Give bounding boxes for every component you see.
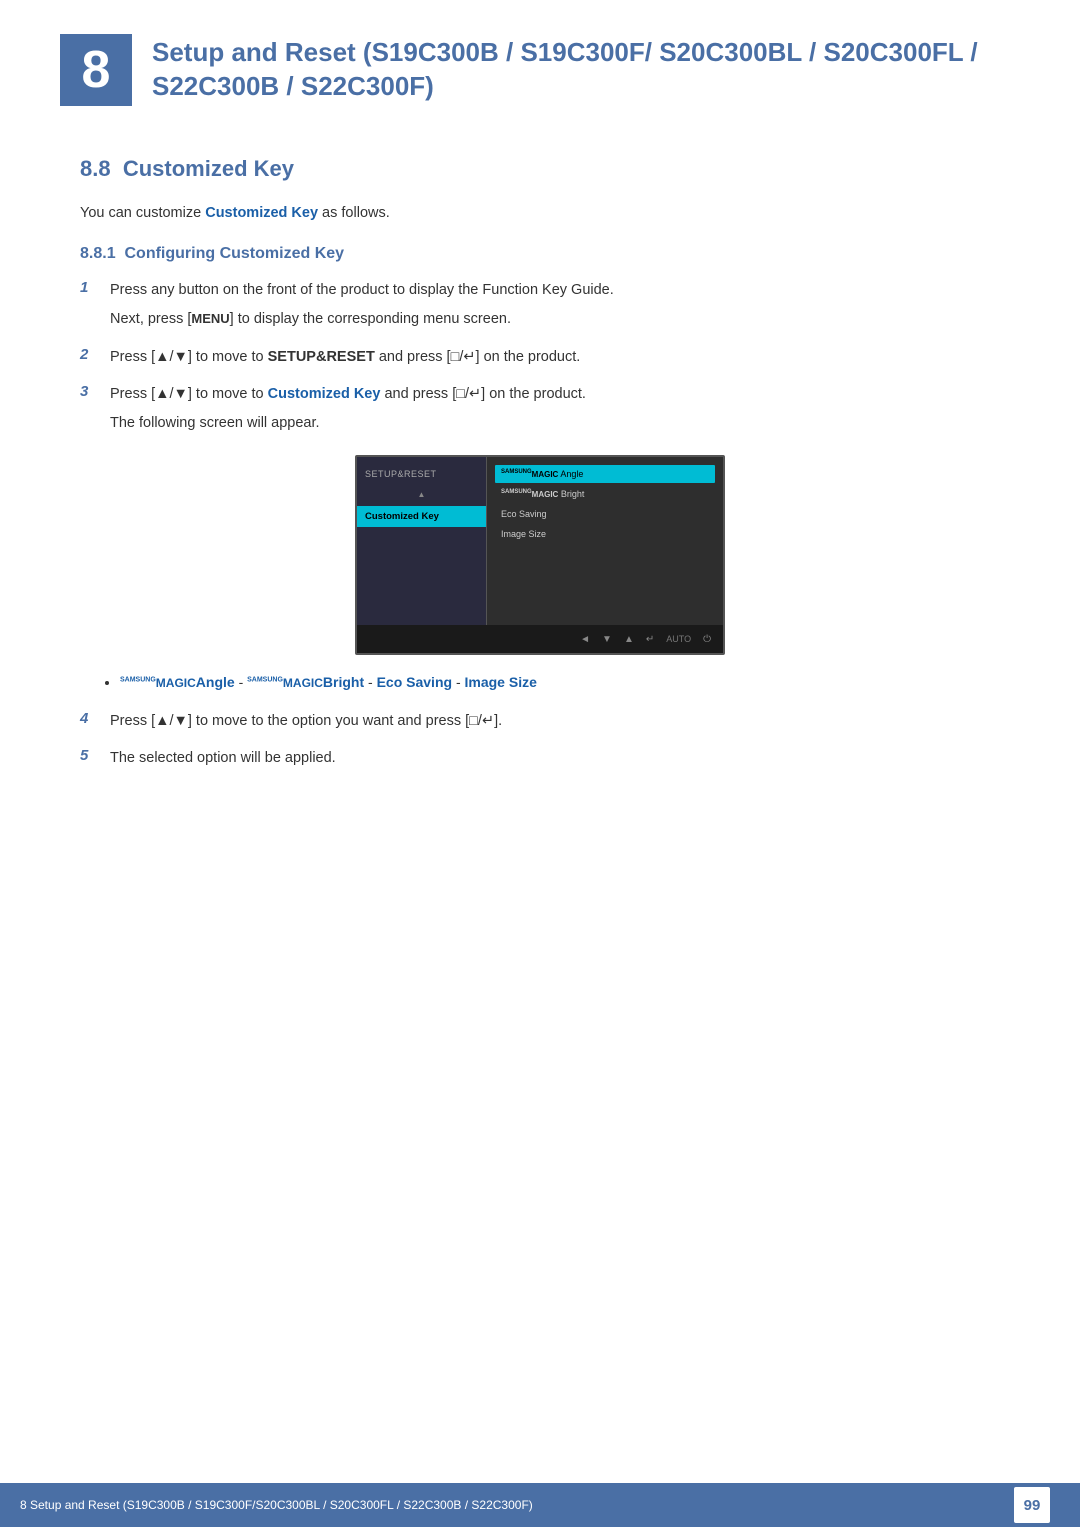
step-number-2: 2: [80, 346, 100, 363]
monitor-icon-up: ▲: [624, 634, 634, 645]
monitor-menu-title: SETUP&RESET: [357, 465, 486, 485]
intro-paragraph: You can customize Customized Key as foll…: [80, 202, 1000, 225]
subsection-heading: 8.8.1 Configuring Customized Key: [80, 245, 1000, 263]
monitor-customized-key-item: Customized Key: [357, 506, 486, 527]
options-bullet-list: SAMSUNGMAGICAngle - SAMSUNGMAGICBright -…: [80, 671, 1000, 693]
step-1: 1 Press any button on the front of the p…: [80, 279, 1000, 331]
monitor-right-panel: SAMSUNGMAGIC Angle SAMSUNGMAGIC Bright E…: [487, 457, 723, 653]
monitor-icon-down: ▼: [602, 634, 612, 645]
chapter-number: 8: [60, 34, 132, 106]
options-bullet-item: SAMSUNGMAGICAngle - SAMSUNGMAGICBright -…: [120, 671, 1000, 693]
step-number-5: 5: [80, 747, 100, 764]
monitor-option-bright: SAMSUNGMAGIC Bright: [495, 485, 715, 503]
step-number-4: 4: [80, 710, 100, 727]
step-3: 3 Press [▲/▼] to move to Customized Key …: [80, 383, 1000, 435]
chapter-title: Setup and Reset (S19C300B / S19C300F/ S2…: [152, 30, 1020, 104]
main-content: 8.8 Customized Key You can customize Cus…: [0, 126, 1080, 864]
step-content-1: Press any button on the front of the pro…: [110, 279, 1000, 331]
step-content-2: Press [▲/▼] to move to SETUP&RESET and p…: [110, 346, 1000, 369]
section-heading: 8.8 Customized Key: [80, 156, 1000, 182]
monitor-icon-auto: AUTO: [666, 634, 691, 644]
step-number-1: 1: [80, 279, 100, 296]
monitor-icon-back: ◄: [580, 634, 590, 645]
step-number-3: 3: [80, 383, 100, 400]
step-5: 5 The selected option will be applied.: [80, 747, 1000, 770]
chapter-header: 8 Setup and Reset (S19C300B / S19C300F/ …: [0, 0, 1080, 126]
monitor-option-angle: SAMSUNGMAGIC Angle: [495, 465, 715, 483]
steps-list: 1 Press any button on the front of the p…: [80, 279, 1000, 435]
monitor-screenshot-container: ● SETUP&RESET ▲ Customized Key SAMSUNGMA…: [80, 455, 1000, 655]
step-content-3: Press [▲/▼] to move to Customized Key an…: [110, 383, 1000, 435]
monitor-left-panel: SETUP&RESET ▲ Customized Key: [357, 457, 487, 653]
step-content-5: The selected option will be applied.: [110, 747, 1000, 770]
step-content-4: Press [▲/▼] to move to the option you wa…: [110, 710, 1000, 733]
steps-list-cont: 4 Press [▲/▼] to move to the option you …: [80, 710, 1000, 770]
monitor-arrow-up: ▲: [357, 485, 486, 506]
monitor-icon-power: ⏻: [703, 634, 711, 645]
monitor-bottom-icons: ◄ ▼ ▲ ↵ AUTO ⏻: [357, 625, 723, 653]
footer-page-number: 99: [1014, 1487, 1050, 1523]
monitor-screen: ● SETUP&RESET ▲ Customized Key SAMSUNGMA…: [355, 455, 725, 655]
monitor-option-imagesize: Image Size: [495, 525, 715, 543]
step-4: 4 Press [▲/▼] to move to the option you …: [80, 710, 1000, 733]
monitor-menu-area: SETUP&RESET ▲ Customized Key SAMSUNGMAGI…: [357, 457, 723, 653]
footer-text: 8 Setup and Reset (S19C300B / S19C300F/S…: [20, 1498, 533, 1512]
monitor-icon-enter: ↵: [646, 634, 654, 645]
monitor-option-eco: Eco Saving: [495, 505, 715, 523]
page-footer: 8 Setup and Reset (S19C300B / S19C300F/S…: [0, 1483, 1080, 1527]
step-2: 2 Press [▲/▼] to move to SETUP&RESET and…: [80, 346, 1000, 369]
